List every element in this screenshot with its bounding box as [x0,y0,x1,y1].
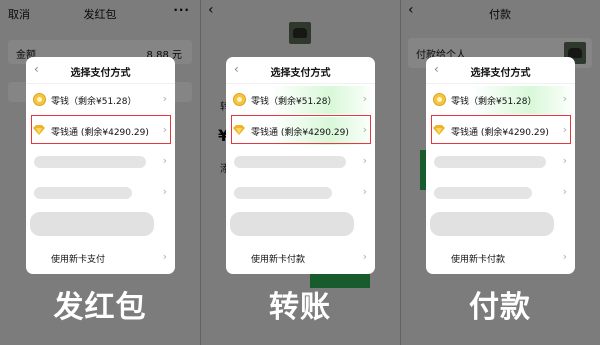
panel-divider [200,0,201,345]
chevron-right-icon: › [162,250,167,263]
panel-divider [400,0,401,345]
new-card-label: 使用新卡付款 [451,255,506,265]
sheet-title: 选择支付方式 [270,68,331,79]
caption: 付款 [469,290,531,325]
new-card-option[interactable]: 使用新卡支付 › [26,244,175,272]
panel-payment: ‹ 付款 付款给个人 ‹ 选择支付方式 零钱（剩余¥51.28） › 零钱通 (… [400,0,600,345]
payment-option-blurred[interactable]: › [226,179,375,207]
new-card-label: 使用新卡支付 [51,255,106,265]
payment-option-change[interactable]: 零钱（剩余¥51.28） › [426,86,575,114]
highlight-box [431,115,571,144]
blurred-option [234,156,346,168]
option-label: 零钱（剩余¥51.28） [51,97,137,107]
payment-method-sheet: ‹ 选择支付方式 零钱（剩余¥51.28） › 零钱通 (剩余¥4290.29)… [426,57,575,274]
chevron-right-icon: › [362,250,367,263]
new-card-option[interactable]: 使用新卡付款 › [426,244,575,272]
payment-option-change[interactable]: 零钱（剩余¥51.28） › [26,86,175,114]
highlight-box [231,115,371,144]
payment-option-change[interactable]: 零钱（剩余¥51.28） › [226,86,375,114]
payment-option-blurred[interactable]: › [26,179,175,207]
blurred-option [434,156,546,168]
panel-red-packet: 取消 发红包 ··· 金额 8.88 元 ‹ 选择支付方式 零钱（剩余¥51.2… [0,0,200,345]
coin-icon [233,93,246,106]
caption: 转账 [269,290,331,325]
highlight-box [31,115,171,144]
payment-option-blurred[interactable]: › [226,148,375,176]
payment-method-sheet: ‹ 选择支付方式 零钱（剩余¥51.28） › 零钱通 (剩余¥4290.29)… [26,57,175,274]
option-label: 零钱（剩余¥51.28） [451,97,537,107]
blurred-option [230,212,354,236]
blurred-option [30,212,154,236]
chevron-right-icon: › [562,154,567,167]
blurred-option [434,187,532,199]
coin-icon [33,93,46,106]
payment-option-blurred[interactable]: › [26,148,175,176]
chevron-right-icon: › [562,250,567,263]
panel-transfer: ‹ 转 ¥ 添 ‹ 选择支付方式 零钱（剩余¥51.28） › 零钱通 (剩余¥… [200,0,400,345]
sheet-header: ‹ 选择支付方式 [226,57,375,84]
chevron-right-icon: › [362,185,367,198]
sheet-title: 选择支付方式 [70,68,131,79]
chevron-right-icon: › [362,92,367,105]
payment-option-blurred[interactable]: › [426,179,575,207]
blurred-option [234,187,332,199]
blurred-option [34,187,132,199]
chevron-right-icon: › [162,154,167,167]
new-card-option[interactable]: 使用新卡付款 › [226,244,375,272]
payment-option-blurred[interactable]: › [426,148,575,176]
blurred-option [34,156,146,168]
payment-option-blurred[interactable] [226,209,375,241]
new-card-label: 使用新卡付款 [251,255,306,265]
chevron-right-icon: › [562,92,567,105]
chevron-right-icon: › [162,185,167,198]
chevron-right-icon: › [562,185,567,198]
sheet-title: 选择支付方式 [470,68,531,79]
blurred-option [430,212,554,236]
chevron-right-icon: › [362,154,367,167]
sheet-header: ‹ 选择支付方式 [26,57,175,84]
coin-icon [433,93,446,106]
payment-option-blurred[interactable] [26,209,175,241]
option-label: 零钱（剩余¥51.28） [251,97,337,107]
sheet-header: ‹ 选择支付方式 [426,57,575,84]
chevron-right-icon: › [162,92,167,105]
caption: 发红包 [53,290,147,325]
payment-method-sheet: ‹ 选择支付方式 零钱（剩余¥51.28） › 零钱通 (剩余¥4290.29)… [226,57,375,274]
payment-option-blurred[interactable] [426,209,575,241]
